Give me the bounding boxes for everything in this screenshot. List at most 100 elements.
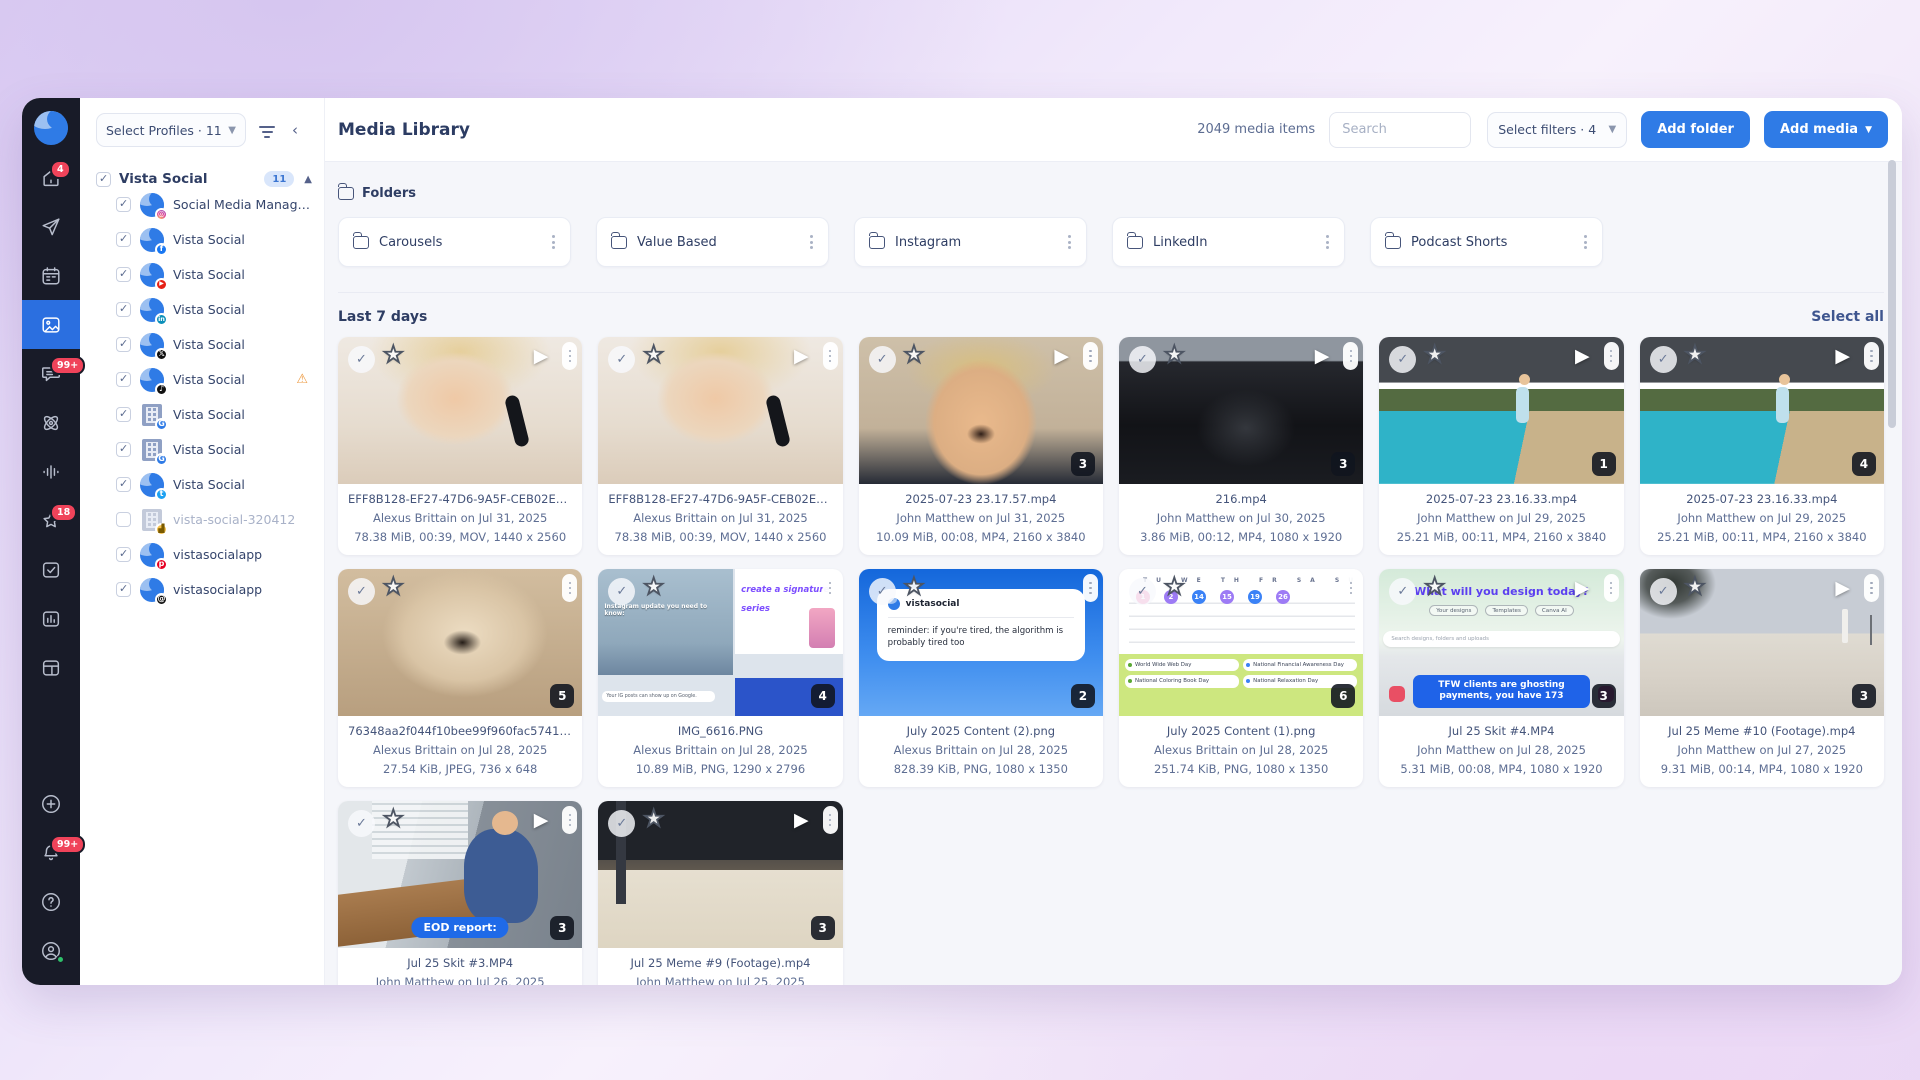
notifications-button[interactable]: 99+	[22, 828, 80, 877]
add-new-button[interactable]	[22, 779, 80, 828]
filter-icon[interactable]	[254, 117, 280, 143]
select-check-icon[interactable]: ✓	[1389, 578, 1416, 605]
kebab-menu-icon[interactable]	[1864, 574, 1879, 602]
profile-row[interactable]: ♪ Vista Social ⚠	[96, 362, 314, 397]
profile-row[interactable]: ▶ Vista Social	[96, 257, 314, 292]
media-card[interactable]: ✓ ★ ▶ 4 2025-07-23 23.16.33.mp4 John Mat…	[1640, 337, 1884, 555]
media-card[interactable]: ✓ ★ ▶ EFF8B128-EF27-47D6-9A5F-CEB02E9C33…	[338, 337, 582, 555]
kebab-menu-icon[interactable]	[1604, 574, 1619, 602]
favorite-star-icon[interactable]: ★	[643, 806, 664, 832]
profile-checkbox[interactable]	[116, 547, 131, 562]
group-checkbox[interactable]	[96, 172, 111, 187]
nav-connections[interactable]	[22, 398, 80, 447]
profile-row[interactable]: @ vistasocialapp	[96, 572, 314, 607]
profile-checkbox[interactable]	[116, 337, 131, 352]
media-card[interactable]: EOD report: ✓ ★ ▶ 3 Jul 25 Skit #3.MP4 J…	[338, 801, 582, 985]
select-check-icon[interactable]: ✓	[608, 346, 635, 373]
search-input[interactable]	[1329, 112, 1471, 148]
nav-home[interactable]: 4	[22, 153, 80, 202]
select-profiles-dropdown[interactable]: Select Profiles · 11 ▼	[96, 113, 246, 147]
media-card[interactable]: ✓ ★ ▶ 3 216.mp4 John Matthew on Jul 30, …	[1119, 337, 1363, 555]
nav-tasks[interactable]	[22, 545, 80, 594]
select-all-link[interactable]: Select all	[1811, 309, 1884, 325]
profile-checkbox[interactable]	[116, 197, 131, 212]
kebab-menu-icon[interactable]	[1083, 342, 1098, 370]
add-folder-button[interactable]: Add folder	[1641, 111, 1750, 148]
favorite-star-icon[interactable]: ★	[1685, 342, 1706, 368]
kebab-menu-icon[interactable]	[1343, 342, 1358, 370]
profile-row[interactable]: ▟ vista-social-320412	[96, 502, 314, 537]
profile-row[interactable]: ◎ Social Media Managem...	[96, 187, 314, 222]
select-check-icon[interactable]: ✓	[348, 578, 375, 605]
help-button[interactable]	[22, 877, 80, 926]
media-card[interactable]: ✓ ★ ▶ 3 2025-07-23 23.17.57.mp4 John Mat…	[859, 337, 1103, 555]
profile-checkbox[interactable]	[116, 407, 131, 422]
kebab-menu-icon[interactable]	[804, 231, 818, 253]
profile-row[interactable]: G Vista Social	[96, 432, 314, 467]
select-check-icon[interactable]: ✓	[1129, 346, 1156, 373]
media-card[interactable]: Instagram update you need to know: creat…	[598, 569, 842, 787]
folder-chip[interactable]: LinkedIn	[1112, 217, 1345, 267]
nav-media-library[interactable]	[22, 300, 80, 349]
media-card[interactable]: vistasocial reminder: if you're tired, t…	[859, 569, 1103, 787]
add-media-button[interactable]: Add media ▼	[1764, 111, 1888, 148]
kebab-menu-icon[interactable]	[823, 342, 838, 370]
select-check-icon[interactable]: ✓	[608, 810, 635, 837]
nav-calendar[interactable]	[22, 251, 80, 300]
favorite-star-icon[interactable]: ★	[1685, 574, 1706, 600]
profile-row[interactable]: f Vista Social	[96, 222, 314, 257]
kebab-menu-icon[interactable]	[1343, 574, 1358, 602]
media-card[interactable]: TU WE TH FR SA SU 1 2 14 15 19 26	[1119, 569, 1363, 787]
profile-checkbox[interactable]	[116, 267, 131, 282]
kebab-menu-icon[interactable]	[1604, 342, 1619, 370]
profile-row[interactable]: t Vista Social	[96, 467, 314, 502]
favorite-star-icon[interactable]: ★	[643, 574, 664, 600]
select-check-icon[interactable]: ✓	[1650, 346, 1677, 373]
kebab-menu-icon[interactable]	[1578, 231, 1592, 253]
profile-row[interactable]: in Vista Social	[96, 292, 314, 327]
folder-chip[interactable]: Podcast Shorts	[1370, 217, 1603, 267]
collapse-panel-icon[interactable]: ‹	[288, 119, 302, 141]
favorite-star-icon[interactable]: ★	[383, 806, 404, 832]
nav-reports[interactable]	[22, 594, 80, 643]
favorite-star-icon[interactable]: ★	[643, 342, 664, 368]
media-card[interactable]: What will you design today? Your designs…	[1379, 569, 1623, 787]
kebab-menu-icon[interactable]	[1320, 231, 1334, 253]
account-button[interactable]	[22, 926, 80, 975]
select-check-icon[interactable]: ✓	[869, 346, 896, 373]
profile-checkbox[interactable]	[116, 512, 131, 527]
profile-checkbox[interactable]	[116, 302, 131, 317]
favorite-star-icon[interactable]: ★	[383, 342, 404, 368]
profile-row[interactable]: 𝕏 Vista Social	[96, 327, 314, 362]
folder-chip[interactable]: Instagram	[854, 217, 1087, 267]
media-card[interactable]: ✓ ★ ▶ 1 2025-07-23 23.16.33.mp4 John Mat…	[1379, 337, 1623, 555]
select-check-icon[interactable]: ✓	[348, 346, 375, 373]
select-check-icon[interactable]: ✓	[348, 810, 375, 837]
kebab-menu-icon[interactable]	[562, 806, 577, 834]
media-card[interactable]: ✓ ★ 5 76348aa2f044f10bee99f960fac57411.j…	[338, 569, 582, 787]
kebab-menu-icon[interactable]	[546, 231, 560, 253]
select-check-icon[interactable]: ✓	[1650, 578, 1677, 605]
favorite-star-icon[interactable]: ★	[904, 342, 925, 368]
media-card[interactable]: ✓ ★ ▶ 3 Jul 25 Meme #9 (Footage).mp4 Joh…	[598, 801, 842, 985]
media-card[interactable]: ✓ ★ ▶ 3 Jul 25 Meme #10 (Footage).mp4 Jo…	[1640, 569, 1884, 787]
favorite-star-icon[interactable]: ★	[1424, 342, 1445, 368]
kebab-menu-icon[interactable]	[1062, 231, 1076, 253]
profile-checkbox[interactable]	[116, 442, 131, 457]
kebab-menu-icon[interactable]	[823, 574, 838, 602]
nav-publish[interactable]	[22, 202, 80, 251]
nav-reviews[interactable]: 18	[22, 496, 80, 545]
profile-checkbox[interactable]	[116, 582, 131, 597]
profile-checkbox[interactable]	[116, 232, 131, 247]
folder-chip[interactable]: Carousels	[338, 217, 571, 267]
nav-audio[interactable]	[22, 447, 80, 496]
kebab-menu-icon[interactable]	[562, 574, 577, 602]
media-card[interactable]: ✓ ★ ▶ EFF8B128-EF27-47D6-9A5F-CEB02E9C33…	[598, 337, 842, 555]
favorite-star-icon[interactable]: ★	[1164, 574, 1185, 600]
kebab-menu-icon[interactable]	[1864, 342, 1879, 370]
select-check-icon[interactable]: ✓	[869, 578, 896, 605]
favorite-star-icon[interactable]: ★	[1424, 574, 1445, 600]
vista-social-logo[interactable]	[34, 111, 68, 145]
kebab-menu-icon[interactable]	[1083, 574, 1098, 602]
select-check-icon[interactable]: ✓	[1389, 346, 1416, 373]
